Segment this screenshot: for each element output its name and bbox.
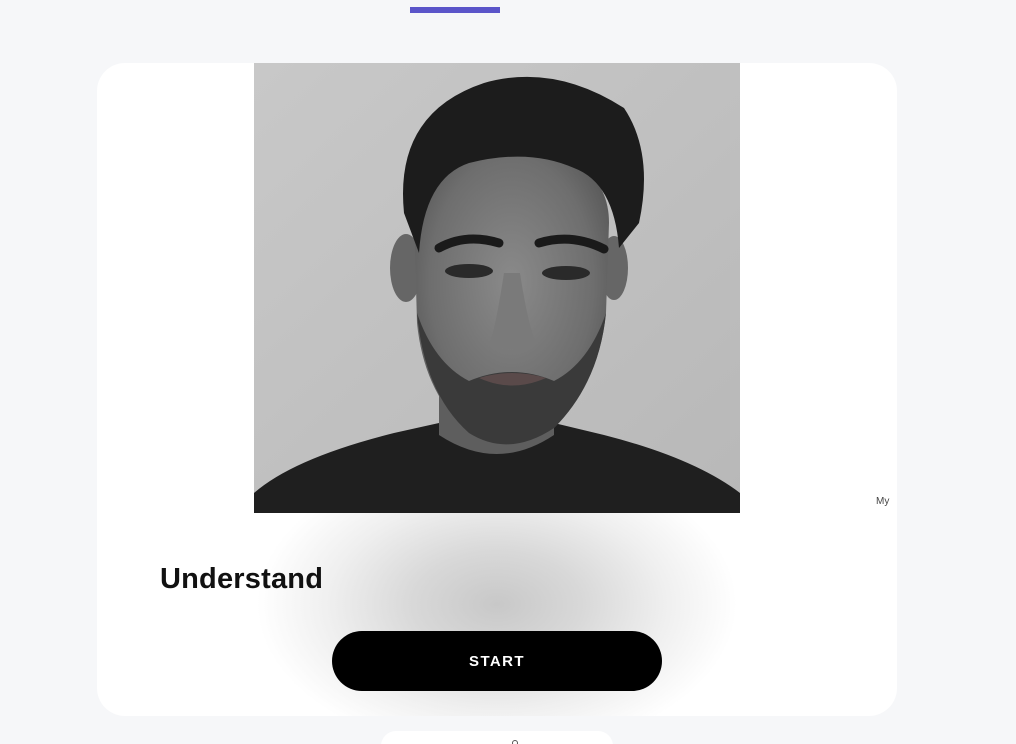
next-card-peek[interactable] [381, 731, 613, 744]
photo-caption: My [876, 496, 890, 507]
active-tab-indicator [410, 7, 500, 13]
card-heading: Understand [160, 563, 324, 595]
page: My Understand START [0, 0, 1016, 744]
start-button[interactable]: START [332, 631, 662, 691]
portrait-photo [254, 63, 740, 513]
indicator-icon [512, 740, 518, 744]
content-card: My Understand START [97, 63, 897, 716]
